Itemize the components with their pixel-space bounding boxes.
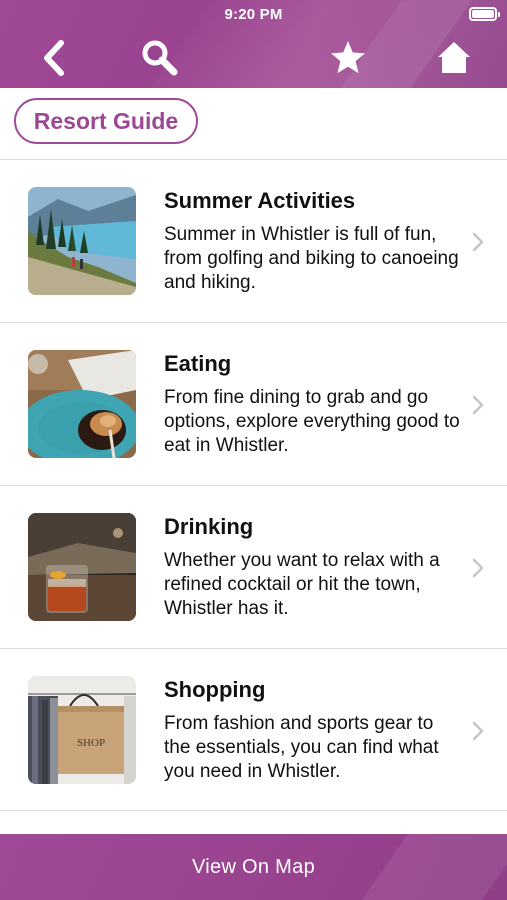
shopping-image: SHOP (28, 676, 136, 784)
guide-row: Resort Guide (0, 88, 507, 159)
category-list: Summer Activities Summer in Whistler is … (0, 159, 507, 811)
summer-activities-image (28, 187, 136, 295)
battery-icon (469, 7, 500, 21)
home-button[interactable] (434, 38, 474, 78)
chevron-right-icon (472, 721, 484, 741)
list-item-title: Eating (164, 351, 232, 376)
list-item-description: Whether you want to relax with a refined… (164, 550, 440, 619)
chevron-right-icon (472, 232, 484, 252)
search-icon (142, 40, 178, 76)
home-icon (438, 42, 470, 73)
list-item-description: From fine dining to grab and go options,… (164, 387, 460, 456)
list-item-drinking[interactable]: Drinking Whether you want to relax with … (0, 485, 507, 648)
view-on-map-button[interactable]: View On Map (0, 834, 507, 900)
back-icon (44, 40, 64, 76)
view-on-map-label: View On Map (192, 855, 315, 878)
back-button[interactable] (34, 38, 74, 78)
list-item-title: Shopping (164, 677, 266, 702)
list-item-title: Drinking (164, 514, 254, 539)
list-item-shopping[interactable]: SHOP Shopping From fashion and sports ge… (0, 648, 507, 811)
favorites-button[interactable] (328, 38, 368, 78)
svg-text:SHOP: SHOP (77, 737, 105, 749)
list-item-summer-activities[interactable]: Summer Activities Summer in Whistler is … (0, 159, 507, 322)
eating-image (28, 350, 136, 458)
app-header: 9:20 PM (0, 0, 507, 88)
resort-guide-button[interactable]: Resort Guide (14, 98, 198, 144)
list-item-eating[interactable]: Eating From fine dining to grab and go o… (0, 322, 507, 485)
drinking-image (28, 513, 136, 621)
star-icon (331, 41, 365, 74)
list-item-description: Summer in Whistler is full of fun, from … (164, 224, 459, 293)
search-button[interactable] (140, 38, 180, 78)
list-item-description: From fashion and sports gear to the esse… (164, 713, 439, 782)
chevron-right-icon (472, 395, 484, 415)
chevron-right-icon (472, 558, 484, 578)
list-item-title: Summer Activities (164, 188, 356, 213)
status-time: 9:20 PM (224, 6, 283, 23)
